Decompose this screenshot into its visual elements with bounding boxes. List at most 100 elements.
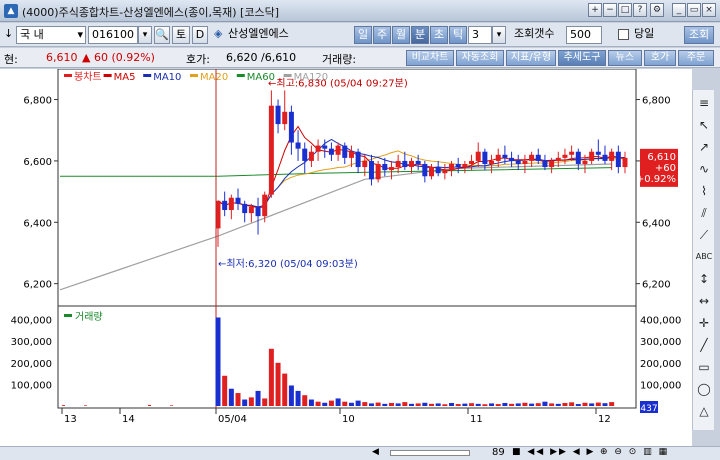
text-tool-icon[interactable]: ABC (695, 248, 713, 266)
ellipse-icon[interactable]: ◯ (695, 380, 713, 398)
minimize-button[interactable]: _ (672, 3, 686, 17)
volume-bar (575, 404, 581, 406)
last-pct-label: +0.92% (636, 174, 676, 185)
volume-bar (348, 402, 354, 406)
volume-bar (562, 402, 568, 406)
x-tick-label: 12 (598, 414, 611, 425)
restore-button[interactable]: □ (618, 3, 632, 17)
y-tick-label-right: 6,200 (642, 280, 671, 291)
scroll-left-button[interactable]: ◀ (372, 447, 379, 457)
volume-bar (462, 403, 468, 406)
volume-bar (315, 401, 321, 406)
crosshair-icon[interactable]: ✛ (695, 314, 713, 332)
rectangle-icon[interactable]: ▭ (695, 358, 713, 376)
candle-body (248, 206, 254, 214)
vertical-line-icon[interactable]: ↕ (695, 270, 713, 288)
tab-order[interactable]: 주문 (678, 50, 714, 66)
candle-body (549, 160, 555, 168)
tab-compare-chart[interactable]: 비교차트 (406, 50, 454, 66)
line-tool-icon[interactable]: ╱ (695, 336, 713, 354)
period-day-button[interactable]: 일 (354, 26, 372, 44)
x-tick-label: 05/04 (218, 414, 247, 425)
volume-bar (535, 403, 541, 406)
code-input[interactable]: 016100 (88, 26, 138, 44)
market-select[interactable]: 국 내 ▾ (16, 26, 86, 44)
t-button[interactable]: 토 (172, 26, 190, 44)
period-second-button[interactable]: 초 (430, 26, 448, 44)
tab-auto-search[interactable]: 자동조회 (456, 50, 504, 66)
add-window-button[interactable]: + (588, 3, 602, 17)
volume-bar (170, 405, 173, 406)
volume-bar (288, 385, 294, 406)
search-button[interactable]: 조회 (684, 26, 714, 44)
period-week-button[interactable]: 주 (373, 26, 391, 44)
candle-body (222, 200, 228, 211)
code-search-icon[interactable]: 🔍 (154, 26, 170, 44)
candle-body (415, 160, 421, 164)
zoom-controls[interactable]: ⊕ ⊖ ⊙ ▥ ▦ (600, 447, 669, 457)
d-button[interactable]: D (192, 26, 208, 44)
volume-badge: 437 (640, 404, 657, 414)
volume-legend-swatch (64, 314, 72, 317)
legend-swatch (143, 74, 152, 77)
candle-body (615, 151, 621, 168)
interval-dropdown-button[interactable]: ▾ (492, 26, 506, 44)
horizontal-line-icon[interactable]: ↔ (695, 292, 713, 310)
volume-label: 거래량: (322, 53, 357, 66)
candle-body (375, 163, 381, 180)
period-tick-button[interactable]: 틱 (449, 26, 467, 44)
current-label: 현: (4, 53, 18, 66)
candle-body (308, 151, 314, 161)
volume-bar (422, 402, 428, 406)
low-annotation: ←최저:6,320 (05/04 09:03분) (218, 258, 358, 270)
period-month-button[interactable]: 월 (392, 26, 410, 44)
scroll-track[interactable] (390, 450, 470, 456)
fan-icon[interactable]: ⟋ (695, 226, 713, 244)
candle-body (562, 154, 568, 158)
chart-area[interactable]: 6,8006,8006,6006,6006,4006,4006,2006,200… (0, 68, 692, 446)
maximize-button[interactable]: ▭ (687, 3, 701, 17)
window-title: (4000)주식종합차트-산성엘엔에스(종이,목재) [코스닥] (22, 6, 279, 19)
playback-controls[interactable]: ■ ◀◀ ▶▶ ◀ ▶ (512, 447, 595, 457)
candle-body (569, 151, 575, 155)
stock-chart[interactable]: 6,8006,8006,6006,6006,4006,4006,2006,200… (0, 68, 692, 446)
candle-body (355, 151, 361, 168)
candle-body (429, 167, 435, 177)
cursor-icon[interactable]: ↖ (695, 116, 713, 134)
period-minute-button[interactable]: 분 (411, 26, 429, 44)
tab-quote[interactable]: 호가 (644, 50, 676, 66)
legend-swatch (64, 74, 72, 77)
candle-body (275, 105, 281, 125)
volume-bar (429, 403, 435, 406)
y-tick-label-left: 6,800 (23, 96, 52, 107)
menu-icon[interactable]: ≡ (695, 94, 713, 112)
candle-body (455, 163, 461, 168)
interval-input[interactable]: 3 (468, 26, 492, 44)
help-button[interactable]: ? (633, 3, 647, 17)
volume-bar (482, 404, 488, 406)
volume-tick-left: 300,000 (11, 337, 52, 348)
candle-body (435, 167, 441, 174)
parallel-lines-icon[interactable]: ⫽ (695, 204, 713, 222)
arrow-down-icon[interactable]: ↓ (4, 26, 16, 44)
today-checkbox[interactable] (618, 29, 629, 40)
tab-trend-tools[interactable]: 추세도구 (558, 50, 606, 66)
wave-icon[interactable]: ∿ (695, 160, 713, 178)
trend-line-icon[interactable]: ↗ (695, 138, 713, 156)
remove-window-button[interactable]: − (603, 3, 617, 17)
tab-indicator-type[interactable]: 지표/유형 (506, 50, 556, 66)
zigzag-icon[interactable]: ⌇ (695, 182, 713, 200)
candle-body (582, 160, 588, 164)
ask-label: 호가: (186, 53, 210, 66)
volume-bar (602, 403, 608, 406)
volume-bar (84, 405, 87, 406)
tab-news[interactable]: 뉴스 (608, 50, 642, 66)
settings-button[interactable]: ⚙ (650, 3, 664, 17)
close-button[interactable]: × (702, 3, 716, 17)
count-input[interactable]: 500 (566, 26, 602, 44)
volume-bar (489, 403, 495, 406)
volume-bar (402, 402, 408, 406)
code-dropdown-button[interactable]: ▾ (138, 26, 152, 44)
triangle-icon[interactable]: △ (695, 402, 713, 420)
quote-bar: 현: 6,610 ▲ 60 (0.92%) 호가: 6,620 /6,610 거… (0, 48, 720, 68)
